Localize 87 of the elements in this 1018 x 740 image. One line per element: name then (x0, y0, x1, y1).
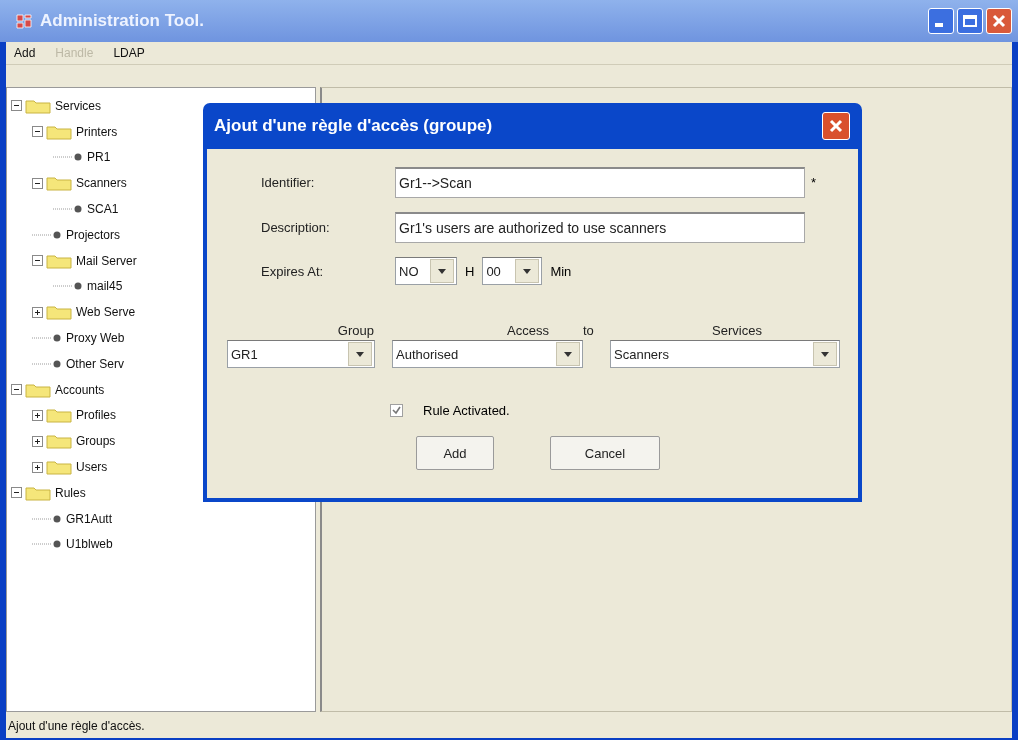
unit-label: Min (550, 263, 572, 279)
field-label: Expires At: (260, 263, 325, 279)
field-label: Identifier: (260, 175, 316, 190)
collapse-icon[interactable] (32, 177, 43, 189)
checkbox[interactable] (390, 404, 403, 417)
close-icon (992, 14, 1006, 28)
collapse-icon[interactable] (11, 100, 22, 112)
menu-item[interactable]: LDAP (113, 46, 145, 60)
tree-item[interactable]: Printers (76, 124, 118, 139)
tree-item[interactable]: Scanners (76, 176, 127, 191)
dropdown[interactable]: GR1 (227, 340, 375, 368)
description-field[interactable]: Gr1's users are authorized to use scanners (395, 212, 805, 243)
folder-icon (25, 381, 51, 398)
maximize-button[interactable] (957, 8, 983, 34)
tree-item[interactable]: SCA1 (87, 202, 119, 217)
caret-icon (356, 351, 364, 357)
maximize-icon (963, 15, 977, 27)
status-bar: Ajout d'une règle d'accès. (6, 714, 1012, 738)
minimize-button[interactable] (928, 8, 954, 34)
cancel-button[interactable]: Cancel (550, 436, 660, 470)
expand-icon[interactable] (32, 435, 43, 447)
caret-icon (523, 268, 532, 274)
folder-icon (46, 407, 72, 424)
folder-icon (46, 304, 72, 321)
field-label: Description: (260, 220, 331, 235)
caret-icon (564, 351, 572, 357)
node-icon (32, 229, 62, 240)
tree-item[interactable]: Accounts (55, 382, 105, 397)
close-icon (829, 119, 843, 133)
dropdown[interactable]: Authorised (392, 340, 583, 368)
check-icon (392, 406, 401, 415)
tree-item[interactable]: Groups (76, 434, 116, 449)
expand-icon[interactable] (32, 409, 43, 421)
tree-item[interactable]: Rules (55, 485, 86, 500)
expand-icon[interactable] (32, 306, 43, 318)
folder-icon (25, 97, 51, 114)
node-icon (53, 204, 83, 215)
tree-item[interactable]: Projectors (66, 227, 121, 242)
caret-icon (438, 268, 446, 274)
window-title: Administration Tool. (40, 11, 204, 31)
collapse-icon[interactable] (11, 487, 22, 499)
node-icon (53, 281, 83, 292)
folder-icon (25, 484, 51, 501)
tree-item[interactable]: mail45 (87, 279, 123, 294)
collapse-icon[interactable] (32, 126, 43, 138)
collapse-icon[interactable] (32, 255, 43, 267)
dropdown[interactable]: 00 (482, 257, 543, 285)
folder-icon (46, 123, 72, 140)
checkbox-label: Rule Activated. (423, 403, 510, 418)
required-mark: * (810, 175, 818, 190)
tree-item[interactable]: GR1Autt (66, 511, 113, 526)
close-button[interactable] (822, 112, 850, 140)
collapse-icon[interactable] (11, 384, 22, 396)
tree-item[interactable]: Proxy Web (66, 331, 125, 346)
folder-icon (46, 252, 72, 269)
node-icon (32, 513, 62, 524)
column-header: Services (712, 323, 762, 338)
folder-icon (46, 433, 72, 450)
column-header: Group (337, 323, 374, 338)
tree-item[interactable]: Web Serve (76, 305, 136, 320)
identifier-field[interactable]: Gr1-->Scan (395, 167, 805, 198)
tree-item[interactable]: Profiles (76, 408, 116, 423)
folder-icon (46, 459, 72, 476)
node-icon (32, 333, 62, 344)
menu-item[interactable]: Add (14, 46, 36, 60)
column-header: to (582, 323, 594, 338)
caret-icon (821, 351, 829, 357)
unit-label: H (465, 263, 475, 279)
column-header: Access (507, 323, 549, 338)
node-icon (32, 539, 62, 550)
tree-item[interactable]: U1blweb (66, 537, 113, 552)
dropdown[interactable]: Scanners (610, 340, 840, 368)
node-icon (53, 152, 83, 163)
tree-item[interactable]: Mail Server (76, 253, 137, 268)
dialog-title: Ajout d'une règle d'accès (groupe) (214, 116, 493, 136)
app-icon (14, 11, 34, 31)
expand-icon[interactable] (32, 461, 43, 473)
tree-item[interactable]: Users (76, 460, 108, 475)
tree-item[interactable]: PR1 (87, 150, 111, 165)
close-button[interactable] (986, 8, 1012, 34)
node-icon (32, 358, 62, 369)
tree-item[interactable]: Other Serv (66, 356, 125, 371)
folder-icon (46, 175, 72, 192)
minimize-icon (935, 23, 943, 27)
dropdown[interactable]: NO (395, 257, 457, 285)
add-button[interactable]: Add (416, 436, 494, 470)
tree-item[interactable]: Services (55, 98, 101, 113)
